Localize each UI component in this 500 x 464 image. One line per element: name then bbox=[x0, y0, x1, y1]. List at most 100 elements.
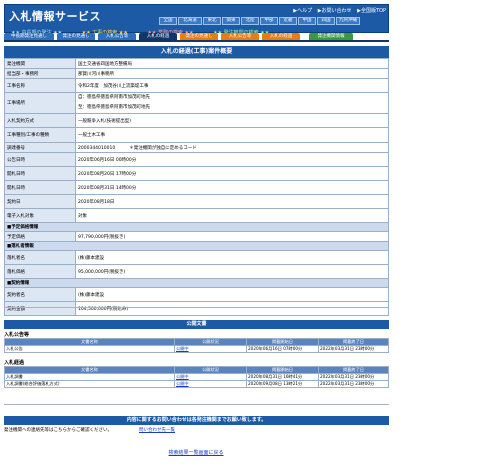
back-row: 検索結果一覧画面に戻る bbox=[0, 449, 392, 456]
col-status: 公開状況 bbox=[174, 338, 247, 346]
tab-notices[interactable]: 入札公告等 bbox=[98, 33, 136, 40]
location-to: 至：徳島県徳島県阿南市加茂町地先 bbox=[78, 105, 150, 110]
doc-end: 2022年03月31日 23時00分 bbox=[318, 345, 389, 353]
region-tab[interactable]: 九州沖縄 bbox=[336, 17, 360, 25]
table-row: 開札日時 2020年08月20日 17時00分 bbox=[4, 166, 389, 181]
col-start: 掲載開始日 bbox=[246, 366, 319, 374]
row-value: 令和2年度 加茂谷川上流築堤工事 bbox=[75, 78, 389, 93]
row-value: 2020年08月31日 14時00分 bbox=[75, 180, 389, 195]
row-label: 発注機関 bbox=[4, 58, 76, 69]
table-row: 契約者名 (株)藤本建設 bbox=[4, 287, 389, 302]
tab-service-outlook[interactable]: 発注の見通し bbox=[180, 33, 218, 40]
group-header: ■予定価格情報 bbox=[4, 222, 389, 232]
row-label: 契約日 bbox=[4, 194, 76, 209]
table-row: 落札者名 (株)藤本建設 bbox=[4, 250, 389, 265]
tab-outlook[interactable]: 発注の見通し bbox=[57, 33, 95, 40]
divider bbox=[4, 307, 389, 308]
row-value: (株)藤本建設 bbox=[75, 250, 389, 265]
contact-text: 発注機関への連絡先等はこちらからご確認ください。 bbox=[4, 428, 112, 433]
row-label: 担当部・事務所 bbox=[4, 68, 76, 79]
tab-service-results[interactable]: 入札の経過 bbox=[262, 33, 300, 40]
region-tab[interactable]: 全国 bbox=[159, 17, 177, 25]
procurement-note: ＊発注機関が独自に定めるコード bbox=[129, 145, 197, 151]
doc-start: 2020年08月31日 16時41分 bbox=[246, 373, 319, 381]
doc-name: 入札調書 bbox=[4, 373, 175, 381]
row-label: 開札日時 bbox=[4, 180, 76, 195]
row-value: 国土交通省四国地方整備局 bbox=[75, 58, 389, 69]
table-row: 電子入札対象 対象 bbox=[4, 208, 389, 223]
row-label: 契約金額 bbox=[4, 301, 76, 316]
contact-list-link[interactable]: 問い合わせ先一覧 bbox=[139, 427, 175, 433]
row-value: 対象 bbox=[75, 208, 389, 223]
group-contract-label: ■契約情報 bbox=[4, 278, 389, 288]
back-to-results-link[interactable]: 検索結果一覧画面に戻る bbox=[168, 450, 223, 456]
region-tab[interactable]: 近畿 bbox=[279, 17, 297, 25]
row-label: 調達番号 bbox=[4, 142, 76, 153]
table-row: 工事種別/工事の種類 一般土木工事 bbox=[4, 127, 389, 143]
region-tab[interactable]: 東北 bbox=[203, 17, 221, 25]
region-tab[interactable]: 中部 bbox=[260, 17, 278, 25]
row-label: 開札日時 bbox=[4, 166, 76, 181]
doc-status: 公開中 bbox=[174, 380, 247, 388]
tab-results[interactable]: 入札の経過 bbox=[139, 33, 177, 40]
doc-link[interactable]: 公開中 bbox=[176, 346, 189, 351]
table-row: 開札日時 2020年08月31日 14時00分 bbox=[4, 180, 389, 195]
row-label: 公告日時 bbox=[4, 152, 76, 167]
group-estimate-label: ■予定価格情報 bbox=[4, 222, 389, 232]
row-value: 一般土木工事 bbox=[75, 127, 389, 143]
table-row: 入札公告 公開中 2020年06月16日 07時00分 2022年03月31日 … bbox=[4, 345, 389, 353]
group-header: ■落札者情報 bbox=[4, 241, 389, 251]
row-label: 工事種別/工事の種類 bbox=[4, 127, 76, 143]
notices-doc-table: 文書名称 公開状況 掲載開始日 掲載終了日 入札公告 公開中 2020年06月1… bbox=[4, 338, 389, 353]
row-label: 工事場所 bbox=[4, 92, 76, 114]
table-row: 調達番号 2000344010010 ＊発注機関が独自に定めるコード bbox=[4, 142, 389, 153]
location-from: 自：徳島県徳島県阿南市加茂町地先 bbox=[78, 95, 150, 100]
row-label: 電子入札対象 bbox=[4, 208, 76, 223]
doc-link[interactable]: 公開中 bbox=[176, 381, 189, 386]
table-row: 担当部・事務所 那賀川河川事務所 bbox=[4, 68, 389, 79]
col-status: 公開状況 bbox=[174, 366, 247, 374]
doc-end: 2022年03月31日 23時00分 bbox=[318, 380, 389, 388]
contact-title: 内容に関するお問い合わせは各発注機関までお願い致します。 bbox=[4, 416, 389, 425]
national-top-link[interactable]: ▶全国版TOP bbox=[357, 8, 386, 14]
doc-start: 2020年06月16日 07時00分 bbox=[246, 345, 319, 353]
public-docs-title: 公開文書 bbox=[4, 320, 389, 329]
group-winner-label: ■落札者情報 bbox=[4, 241, 389, 251]
doc-link[interactable]: 公開中 bbox=[176, 374, 189, 379]
tab-underline bbox=[4, 40, 389, 42]
row-value: 2020年06月16日 00時00分 bbox=[75, 152, 389, 167]
table-row: 工事名称 令和2年度 加茂谷川上流築堤工事 bbox=[4, 78, 389, 93]
row-label: 落札価格 bbox=[4, 264, 76, 279]
row-value: 自：徳島県徳島県阿南市加茂町地先 至：徳島県徳島県阿南市加茂町地先 bbox=[75, 92, 389, 114]
region-tab[interactable]: 四国 bbox=[317, 17, 335, 25]
row-label: 入札契約方式 bbox=[4, 113, 76, 128]
region-nav: 全国 北海道 東北 関東 北陸 中部 近畿 中国 四国 九州沖縄 bbox=[158, 17, 360, 25]
group-header: ■契約情報 bbox=[4, 278, 389, 288]
table-row: 契約日 2020年08月18日 bbox=[4, 194, 389, 209]
summary-table: 発注機関 国土交通省四国地方整備局 担当部・事務所 那賀川河川事務所 工事名称 令和2… bbox=[4, 58, 389, 316]
table-row: 落札価格 95,000,000円(税抜き) bbox=[4, 264, 389, 279]
row-value: 一般競争入札(技術提出型) bbox=[75, 113, 389, 128]
region-tab[interactable]: 関東 bbox=[222, 17, 240, 25]
row-label: 契約者名 bbox=[4, 287, 76, 302]
tab-agency-info[interactable]: 発注機関情報 bbox=[309, 33, 353, 40]
site-header: 入札情報サービス ▶ヘルプ ▶お問い合わせ ▶全国版TOP 全国 北海道 東北 … bbox=[4, 4, 389, 36]
contact-link[interactable]: ▶お問い合わせ bbox=[318, 8, 352, 14]
table-row: 公告日時 2020年06月16日 00時00分 bbox=[4, 152, 389, 167]
tab-service-notices[interactable]: 入札公告等 bbox=[221, 33, 259, 40]
top-links: ▶ヘルプ ▶お問い合わせ ▶全国版TOP bbox=[289, 7, 386, 14]
table-row: 入札調書 公開中 2020年08月31日 16時41分 2022年03月31日 … bbox=[4, 373, 389, 381]
region-tab[interactable]: 北陸 bbox=[241, 17, 259, 25]
region-tab[interactable]: 中国 bbox=[298, 17, 316, 25]
site-title[interactable]: 入札情報サービス bbox=[9, 8, 101, 24]
doc-name: 入札調書(総合評価落札方式) bbox=[4, 380, 175, 388]
table-header-row: 文書名称 公開状況 掲載開始日 掲載終了日 bbox=[4, 366, 389, 374]
help-link[interactable]: ▶ヘルプ bbox=[293, 8, 312, 14]
row-value: 2020年08月20日 17時00分 bbox=[75, 166, 389, 181]
region-tab[interactable]: 北海道 bbox=[178, 17, 202, 25]
tab-long-term-outlook[interactable]: 中長期発注見通し bbox=[4, 33, 54, 40]
procurement-number: 2000344010010 bbox=[78, 145, 116, 151]
row-value: 95,000,000円(税抜き) bbox=[75, 264, 389, 279]
row-value: (株)藤本建設 bbox=[75, 287, 389, 302]
row-value: 2000344010010 ＊発注機関が独自に定めるコード bbox=[75, 142, 389, 153]
